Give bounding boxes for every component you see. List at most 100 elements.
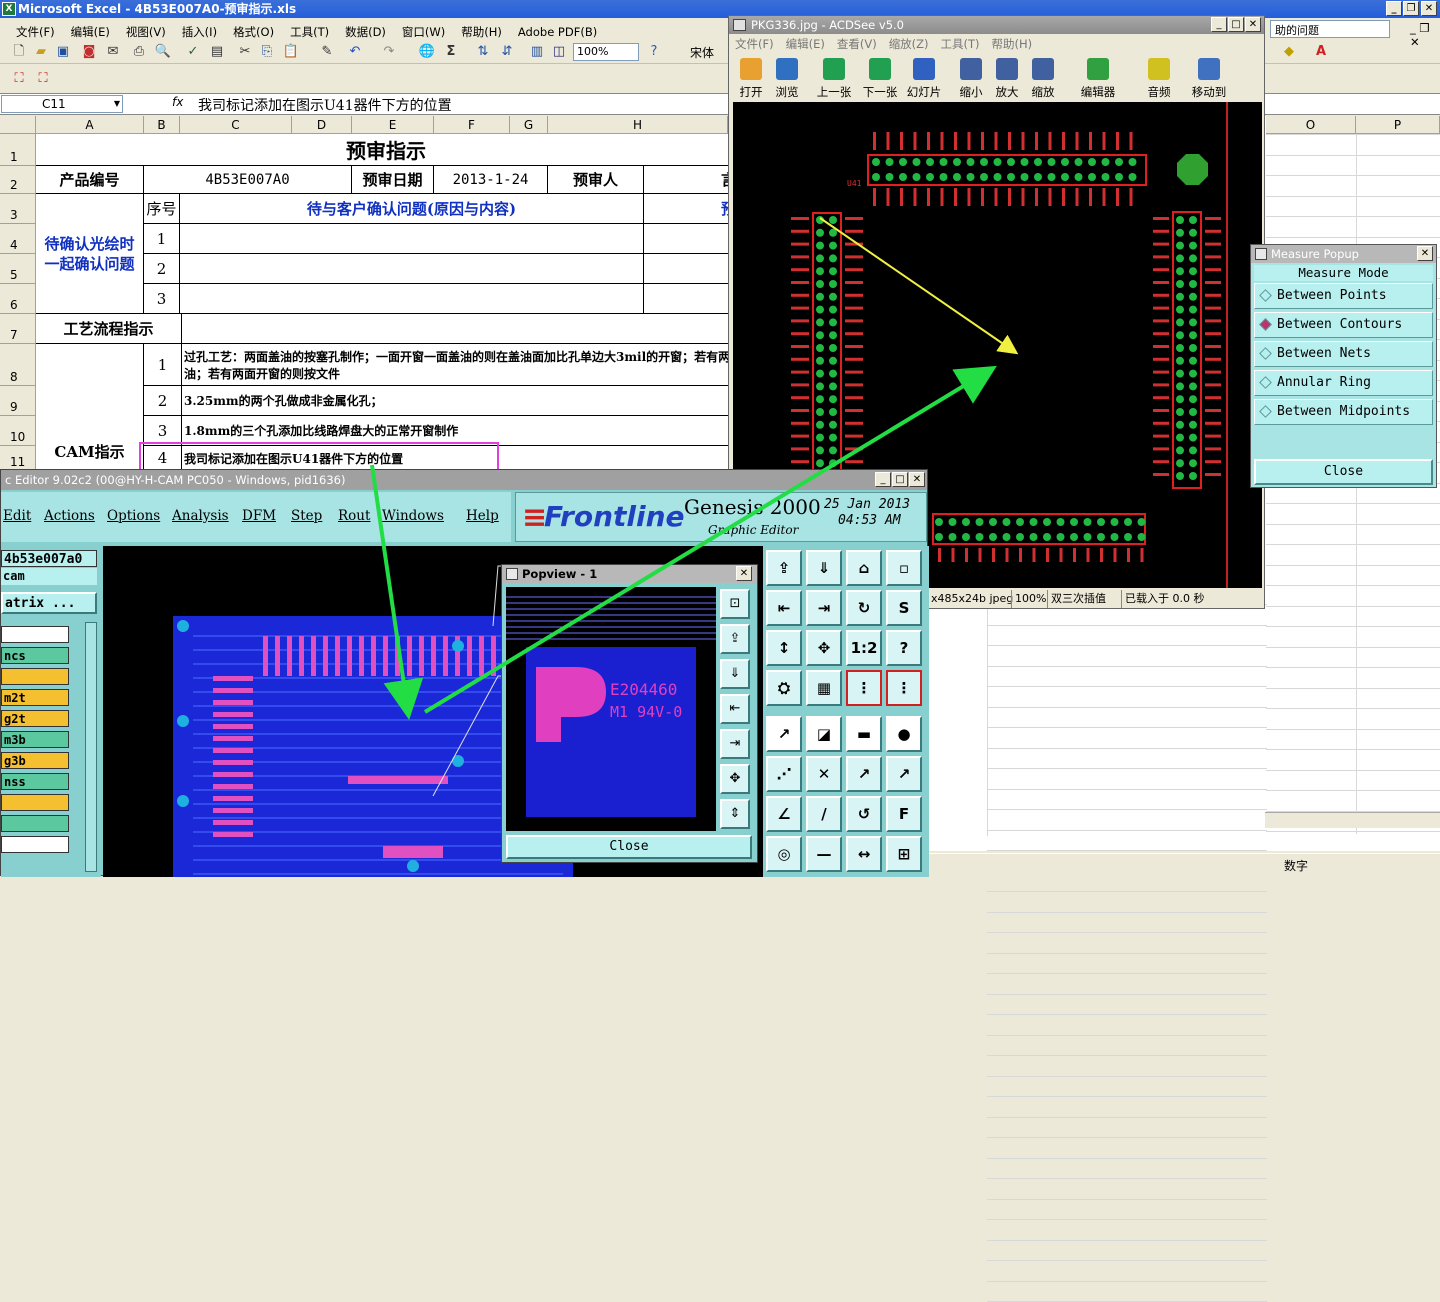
scale-icon[interactable]: 1:2 <box>846 630 882 666</box>
minus-icon[interactable]: — <box>806 836 842 872</box>
confirm-cell-right[interactable] <box>644 224 736 254</box>
column-header[interactable]: G <box>510 116 548 134</box>
fill-color-icon[interactable]: ◆ <box>1280 43 1298 61</box>
zoom-window-icon[interactable]: ✥ <box>720 764 750 794</box>
layer-scrollbar[interactable] <box>85 622 97 872</box>
home-icon[interactable]: ⌂ <box>846 550 882 586</box>
cam-item-number[interactable]: 2 <box>144 386 182 416</box>
acdsee-menu-4[interactable]: 工具(T) <box>935 34 986 54</box>
horizontal-scrollbar[interactable] <box>1265 812 1440 828</box>
help-icon[interactable]: ? <box>886 630 922 666</box>
genesis-menu-8[interactable]: Help <box>466 508 499 524</box>
acdsee-minimize-icon[interactable]: _ <box>1211 17 1227 32</box>
popview-close-icon[interactable]: ✕ <box>736 566 752 581</box>
row-header[interactable]: 6 <box>0 284 36 314</box>
cam-label[interactable]: CAM指示 <box>36 344 144 471</box>
hyperlink-icon[interactable]: 🌐 <box>418 43 436 61</box>
column-header[interactable]: P <box>1356 116 1440 134</box>
rotate-icon[interactable]: ↻ <box>846 590 882 626</box>
row-header[interactable]: 7 <box>0 314 36 344</box>
minimize-icon[interactable]: _ <box>1386 1 1402 16</box>
process-cell[interactable] <box>182 314 736 344</box>
new-icon[interactable]: 🗋 <box>10 43 28 61</box>
confirm-cell[interactable] <box>180 284 644 314</box>
sort-asc-icon[interactable]: ⇅ <box>474 43 492 61</box>
help-question-box[interactable]: 助的问题 <box>1270 20 1390 38</box>
pan-left-icon[interactable]: ⇤ <box>766 590 802 626</box>
measure-close-icon[interactable]: ✕ <box>1417 246 1433 261</box>
spelling-icon[interactable]: ✓ <box>184 43 202 61</box>
acdsee-button-2[interactable]: 上一张 <box>809 58 859 102</box>
job-name[interactable]: 4b53e007a0 <box>1 550 97 567</box>
confirm-cell-right[interactable] <box>644 284 736 314</box>
measure-mode-option[interactable]: Between Nets <box>1254 341 1433 367</box>
column-header[interactable]: H <box>548 116 728 134</box>
acdsee-menu-1[interactable]: 编辑(E) <box>780 34 831 54</box>
formula-input[interactable]: 我司标记添加在图示U41器件下方的位置 <box>198 95 452 115</box>
row-header[interactable]: 3 <box>0 194 36 224</box>
measure-mode-option[interactable]: Between Midpoints <box>1254 399 1433 425</box>
measure-mode-option[interactable]: Annular Ring <box>1254 370 1433 396</box>
confirm-cell-right[interactable] <box>644 254 736 284</box>
person-label[interactable]: 预审人 <box>548 166 644 194</box>
fit-height-icon[interactable]: ↕ <box>766 630 802 666</box>
acdsee-menu-2[interactable]: 查看(V) <box>831 34 883 54</box>
layer-row[interactable]: g2t <box>1 710 69 727</box>
confirm-cell[interactable] <box>180 224 644 254</box>
popview-close-button[interactable]: Close <box>506 835 752 859</box>
frame-icon[interactable]: F <box>886 796 922 832</box>
window-icon[interactable]: ▫ <box>886 550 922 586</box>
confirm-header[interactable]: 待与客户确认问题(原因与内容) <box>180 194 644 224</box>
undo-icon[interactable]: ↺ <box>846 796 882 832</box>
acdsee-button-0[interactable]: 打开 <box>733 58 769 102</box>
acdsee-menu-0[interactable]: 文件(F) <box>729 34 780 54</box>
sheet-title[interactable]: 预审指示 <box>36 134 736 166</box>
seq-number[interactable]: 2 <box>144 254 180 284</box>
layer-row[interactable] <box>1 626 69 643</box>
save-icon[interactable]: ▣ <box>54 43 72 61</box>
column-header[interactable]: C <box>180 116 292 134</box>
pan-right-icon[interactable]: ⇥ <box>720 729 750 759</box>
person-value[interactable]: 言 <box>644 166 736 194</box>
date-value[interactable]: 2013-1-24 <box>434 166 548 194</box>
column-header[interactable]: D <box>292 116 352 134</box>
zoom-down-icon[interactable]: ⇓ <box>720 659 750 689</box>
row-header[interactable]: 1 <box>0 134 36 166</box>
zoom-top-icon[interactable]: ⇪ <box>720 624 750 654</box>
snap-icon[interactable]: ⛭ <box>766 670 802 706</box>
delete-icon[interactable]: ✕ <box>806 756 842 792</box>
print-preview-icon[interactable]: 🔍 <box>154 43 172 61</box>
name-box[interactable]: C11 ▼ <box>1 95 123 113</box>
product-label[interactable]: 产品编号 <box>36 166 144 194</box>
layer-row[interactable] <box>1 668 69 685</box>
acdsee-button-5[interactable]: 缩小 <box>953 58 989 102</box>
research-icon[interactable]: ▤ <box>208 43 226 61</box>
acdsee-button-6[interactable]: 放大 <box>989 58 1025 102</box>
row-header[interactable]: 8 <box>0 344 36 386</box>
layer-row[interactable]: nss <box>1 773 69 790</box>
expand-icon[interactable]: ⇕ <box>720 799 750 829</box>
pan-left-icon[interactable]: ⇤ <box>720 694 750 724</box>
highlight-icon[interactable]: ◪ <box>806 716 842 752</box>
pdf-email-icon[interactable]: ⛶ <box>34 70 52 88</box>
row-header[interactable]: 2 <box>0 166 36 194</box>
pdf-convert-icon[interactable]: ⛶ <box>10 70 28 88</box>
layer-row[interactable] <box>1 836 69 853</box>
column-header[interactable]: F <box>434 116 510 134</box>
layer-row[interactable] <box>1 794 69 811</box>
layers-icon[interactable]: ⋮ <box>846 670 882 706</box>
genesis-menu-6[interactable]: Rout <box>338 508 370 524</box>
measure2-icon[interactable]: ↗ <box>886 756 922 792</box>
row-header[interactable]: 4 <box>0 224 36 254</box>
print-icon[interactable]: ⎙ <box>130 43 148 61</box>
seq-number[interactable]: 1 <box>144 224 180 254</box>
genesis-menu-2[interactable]: Options <box>107 508 160 524</box>
fx-icon[interactable]: fx <box>172 95 183 109</box>
zoom-select[interactable]: 100% <box>573 43 639 61</box>
acdsee-menu-5[interactable]: 帮助(H) <box>986 34 1039 54</box>
column-header[interactable]: B <box>144 116 180 134</box>
font-color-icon[interactable]: A <box>1312 43 1330 61</box>
fit-all-icon[interactable]: ✥ <box>806 630 842 666</box>
date-label[interactable]: 预审日期 <box>352 166 434 194</box>
layer-row[interactable]: m3b <box>1 731 69 748</box>
